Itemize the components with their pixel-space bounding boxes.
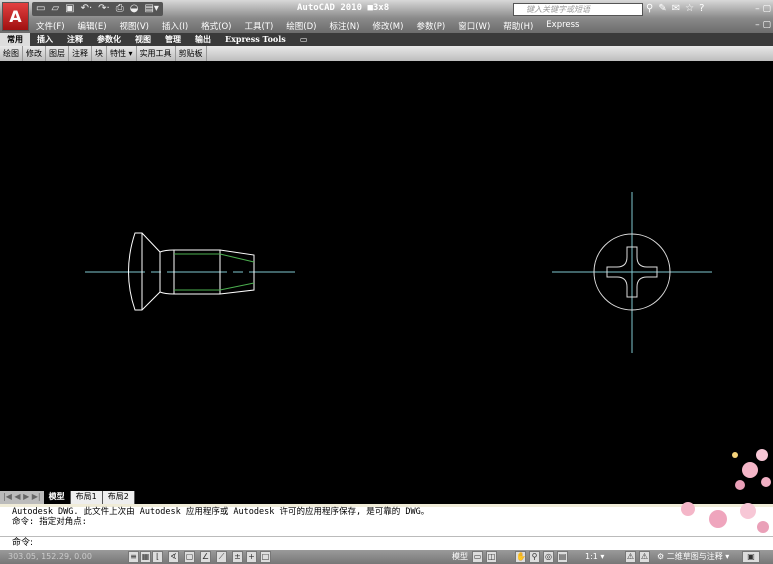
menu-insert[interactable]: 插入(I): [162, 20, 188, 32]
panel-layers[interactable]: 图层: [46, 46, 69, 61]
panel-utilities[interactable]: 实用工具: [137, 46, 176, 61]
quick-access-toolbar: ▭ ▱ ▣ ↶· ↷· ⎙ ◒ ▤▾: [32, 2, 163, 16]
panel-draw[interactable]: 绘图: [0, 46, 23, 61]
command-input[interactable]: 命令:: [0, 536, 773, 550]
command-history-line: 命令: 指定对角点:: [12, 517, 87, 527]
save-icon[interactable]: ▣: [65, 2, 74, 16]
menu-format[interactable]: 格式(O): [201, 20, 231, 32]
tab-manage[interactable]: 管理: [158, 33, 188, 46]
window-controls[interactable]: – ▢: [755, 4, 771, 14]
redo-icon[interactable]: ↷·: [98, 2, 110, 16]
workspace-label: 二维草图与注释 ▾: [666, 552, 730, 561]
drawing-canvas[interactable]: [0, 61, 773, 491]
wrench-icon[interactable]: ✎: [658, 3, 666, 14]
menu-tools[interactable]: 工具(T): [244, 20, 273, 32]
polar-icon[interactable]: ∢: [168, 551, 179, 563]
tab-express-tools[interactable]: Express Tools: [218, 33, 293, 46]
menu-parametric[interactable]: 参数(P): [416, 20, 445, 32]
showmotion-icon[interactable]: ▤: [557, 551, 568, 563]
pan-icon[interactable]: ✋: [515, 551, 526, 563]
tab-home[interactable]: 常用: [0, 33, 30, 46]
autoscale-icon[interactable]: ⚠: [639, 551, 650, 563]
command-history-line: Autodesk DWG. 此文件上次由 Autodesk 应用程序或 Auto…: [12, 507, 430, 517]
tab-parametric[interactable]: 参数化: [90, 33, 128, 46]
panel-annotation[interactable]: 注释: [69, 46, 92, 61]
panel-modify[interactable]: 修改: [23, 46, 46, 61]
screw-side-view: [85, 232, 295, 311]
menu-help[interactable]: 帮助(H): [503, 20, 533, 32]
flower-decoration: [732, 449, 771, 490]
plot-icon[interactable]: ⎙: [116, 2, 124, 16]
book-icon[interactable]: ◫: [486, 551, 497, 563]
annotation-visibility-icon[interactable]: ⚠: [625, 551, 636, 563]
ribbon-panels: 绘图 修改 图层 注释 块 特性 ▾ 实用工具 剪贴板: [0, 46, 773, 61]
workspace-switch[interactable]: ⚙ 二维草图与注释 ▾: [657, 550, 729, 564]
layout-icon[interactable]: ▭: [472, 551, 483, 563]
communication-icon[interactable]: ✉: [672, 3, 680, 14]
menu-modify[interactable]: 修改(M): [372, 20, 403, 32]
menu-edit[interactable]: 编辑(E): [78, 20, 107, 32]
otrack-icon[interactable]: ∠: [200, 551, 211, 563]
title-bar: A ▭ ▱ ▣ ↶· ↷· ⎙ ◒ ▤▾ AutoCAD 2010 ■3x8 键…: [0, 0, 773, 33]
screw-top-view: [552, 192, 712, 353]
application-menu-button[interactable]: A: [2, 2, 29, 31]
tab-model[interactable]: 模型: [43, 491, 71, 504]
tab-output[interactable]: 输出: [188, 33, 218, 46]
panel-block[interactable]: 块: [92, 46, 107, 61]
menu-dimension[interactable]: 标注(N): [329, 20, 359, 32]
dyn-icon[interactable]: ±: [232, 551, 243, 563]
tab-annotate[interactable]: 注释: [60, 33, 90, 46]
ribbon-tabs: 常用 插入 注释 参数化 视图 管理 输出 Express Tools ▭: [0, 33, 773, 46]
search-input[interactable]: 键入关键字或短语: [513, 3, 643, 16]
panel-clipboard[interactable]: 剪贴板: [176, 46, 207, 61]
ducs-icon[interactable]: ⟋: [216, 551, 227, 563]
star-icon[interactable]: ☆: [685, 3, 694, 14]
annotation-scale[interactable]: 1:1 ▾: [585, 550, 604, 564]
menu-file[interactable]: 文件(F): [36, 20, 65, 32]
menu-view[interactable]: 视图(V): [120, 20, 149, 32]
infocenter-tools: ⚲ ✎ ✉ ☆ ?: [646, 3, 704, 14]
lineweight-icon[interactable]: +: [246, 551, 257, 563]
qp-icon[interactable]: □: [260, 551, 271, 563]
toolbar-lock-icon[interactable]: ▣: [742, 551, 760, 563]
preview-icon[interactable]: ◒: [130, 2, 139, 16]
undo-icon[interactable]: ↶·: [81, 2, 93, 16]
menu-window[interactable]: 窗口(W): [458, 20, 490, 32]
coordinates-readout: 303.05, 152.29, 0.00: [8, 552, 92, 561]
zoom-icon[interactable]: ⚲: [529, 551, 540, 563]
menu-express[interactable]: Express: [546, 20, 579, 32]
document-controls[interactable]: – ▢: [755, 20, 771, 30]
osnap-icon[interactable]: ▢: [184, 551, 195, 563]
window-title: AutoCAD 2010 ■3x8: [297, 3, 390, 13]
workspace-icon[interactable]: ▤▾: [144, 2, 158, 16]
layout-nav-buttons[interactable]: |◀ ◀ ▶ ▶|: [0, 491, 44, 504]
model-space-label[interactable]: 模型: [452, 550, 468, 564]
tab-layout2[interactable]: 布局2: [102, 491, 135, 504]
ortho-icon[interactable]: ⌊: [152, 551, 163, 563]
panel-properties[interactable]: 特性 ▾: [107, 46, 137, 61]
snap-icon[interactable]: ≡: [128, 551, 139, 563]
layout-tabs: |◀ ◀ ▶ ▶| 模型 布局1 布局2: [0, 491, 773, 504]
ribbon-toggle-icon[interactable]: ▭: [293, 33, 315, 46]
status-bar: 303.05, 152.29, 0.00 ≡ ▦ ⌊ ∢ ▢ ∠ ⟋ ± + □…: [0, 550, 773, 564]
menu-bar: 文件(F) 编辑(E) 视图(V) 插入(I) 格式(O) 工具(T) 绘图(D…: [36, 20, 593, 32]
menu-draw[interactable]: 绘图(D): [286, 20, 316, 32]
new-icon[interactable]: ▭: [36, 2, 45, 16]
binoculars-icon[interactable]: ⚲: [646, 3, 653, 14]
flower-decoration-cmd: [681, 502, 769, 533]
help-icon[interactable]: ?: [699, 3, 704, 14]
tab-layout1[interactable]: 布局1: [70, 491, 103, 504]
steering-wheel-icon[interactable]: ◎: [543, 551, 554, 563]
grid-icon[interactable]: ▦: [140, 551, 151, 563]
tab-view[interactable]: 视图: [128, 33, 158, 46]
open-icon[interactable]: ▱: [51, 2, 59, 16]
tab-insert[interactable]: 插入: [30, 33, 60, 46]
